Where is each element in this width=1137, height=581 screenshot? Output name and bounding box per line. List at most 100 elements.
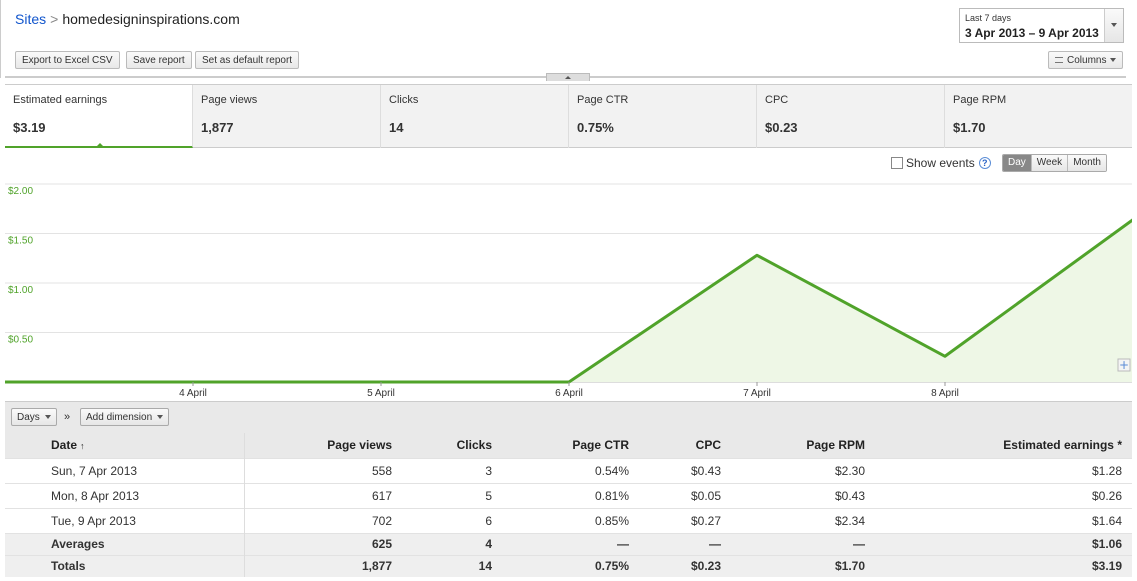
scorecard-label: Page RPM [953, 94, 1007, 106]
granularity-day-button[interactable]: Day [1003, 155, 1032, 171]
granularity-selector: Day Week Month [1002, 154, 1107, 172]
x-tick-label: 7 April [743, 388, 771, 399]
svg-text:+: + [1119, 358, 1129, 372]
y-tick-label: $1.00 [8, 285, 33, 296]
chevron-up-icon [565, 76, 571, 79]
cell-date: Totals [5, 554, 245, 577]
cell-page-rpm: $2.30 [731, 457, 875, 483]
report-header: Sites > homedesigninspirations.com Export … [0, 0, 1137, 78]
column-header-label: Date [51, 438, 78, 453]
cell-date: Averages [5, 532, 245, 555]
cell-cpc: $0.05 [639, 482, 731, 508]
scorecard-label: CPC [765, 94, 789, 106]
cell-date: Mon, 8 Apr 2013 [5, 482, 245, 508]
show-events-label: Show events [906, 156, 975, 170]
breadcrumb: Sites > homedesigninspirations.com [15, 11, 240, 27]
cell-page-rpm: $2.34 [731, 507, 875, 533]
scorecard-row: Estimated earnings $3.19 Page views 1,87… [5, 84, 1132, 148]
collapse-chart-toggle[interactable] [546, 73, 590, 81]
scorecard-label: Estimated earnings [13, 94, 108, 106]
column-header-clicks[interactable]: Clicks [402, 433, 502, 458]
add-dimension-label: Add dimension [86, 411, 153, 423]
days-dimension-button[interactable]: Days [11, 408, 57, 426]
show-events-toggle[interactable]: Show events ? [891, 156, 991, 170]
data-point [756, 254, 758, 256]
cell-estimated-earnings: $1.64 [875, 507, 1132, 533]
cell-clicks: 3 [402, 457, 502, 483]
report-table: Date ↑ Page views Clicks Page CTR CPC Pag… [5, 433, 1132, 577]
date-range-preset: Last 7 days [965, 13, 1012, 23]
scorecard-cpc[interactable]: CPC $0.23 [757, 85, 945, 148]
days-label: Days [17, 411, 40, 423]
y-tick-label: $2.00 [8, 186, 33, 197]
scorecard-value: 14 [389, 120, 404, 135]
x-tick-label: 8 April [931, 388, 959, 399]
breadcrumb-separator: > [50, 11, 59, 27]
cell-page-ctr: 0.54% [502, 457, 639, 483]
x-tick-label: 6 April [555, 388, 583, 399]
save-report-button[interactable]: Save report [126, 51, 192, 69]
scorecard-value: 0.75% [577, 120, 614, 135]
cell-estimated-earnings: $1.28 [875, 457, 1132, 483]
active-indicator-icon [95, 143, 105, 148]
sort-ascending-icon: ↑ [80, 441, 85, 452]
show-events-checkbox[interactable] [891, 157, 903, 169]
cell-clicks: 4 [402, 532, 502, 555]
cell-page-ctr: 0.81% [502, 482, 639, 508]
scorecard-page-rpm[interactable]: Page RPM $1.70 [945, 85, 1132, 148]
column-header-page-rpm[interactable]: Page RPM [731, 433, 875, 458]
table-header-row: Date ↑ Page views Clicks Page CTR CPC Pag… [5, 433, 1132, 458]
cell-clicks: 14 [402, 554, 502, 577]
dimension-bar: Days » Add dimension [5, 401, 1132, 433]
column-header-cpc[interactable]: CPC [639, 433, 731, 458]
earnings-chart: $2.00 $1.50 $1.00 $0.50 4 April 5 April 6 Apri… [5, 183, 1132, 399]
cell-date: Sun, 7 Apr 2013 [5, 457, 245, 483]
columns-icon [1055, 57, 1063, 63]
cell-estimated-earnings: $1.06 [875, 532, 1132, 555]
cell-clicks: 5 [402, 482, 502, 508]
cell-cpc: — [639, 532, 731, 555]
column-header-page-ctr[interactable]: Page CTR [502, 433, 639, 458]
date-range-value: 3 Apr 2013 – 9 Apr 2013 [965, 26, 1099, 40]
table-row: Sun, 7 Apr 2013 558 3 0.54% $0.43 $2.30 $1.28 [5, 457, 1132, 483]
dimension-separator: » [64, 411, 71, 423]
columns-button[interactable]: Columns [1048, 51, 1124, 69]
scorecard-value: 1,877 [201, 120, 234, 135]
cell-page-ctr: — [502, 532, 639, 555]
set-default-report-button[interactable]: Set as default report [195, 51, 300, 69]
cell-page-views: 702 [244, 507, 402, 533]
table-row: Tue, 9 Apr 2013 702 6 0.85% $0.27 $2.34 $1.64 [5, 507, 1132, 533]
scorecard-estimated-earnings[interactable]: Estimated earnings $3.19 [5, 85, 193, 148]
scorecard-clicks[interactable]: Clicks 14 [381, 85, 569, 148]
cell-cpc: $0.23 [639, 554, 731, 577]
granularity-week-button[interactable]: Week [1031, 155, 1069, 171]
scorecard-label: Page CTR [577, 94, 629, 106]
date-range-picker[interactable]: Last 7 days 3 Apr 2013 – 9 Apr 2013 [959, 8, 1124, 43]
cell-estimated-earnings: $3.19 [875, 554, 1132, 577]
export-csv-button[interactable]: Export to Excel CSV [15, 51, 120, 69]
zoom-plus-icon[interactable]: + [1117, 358, 1131, 372]
columns-label: Columns [1067, 54, 1107, 66]
table-row: Mon, 8 Apr 2013 617 5 0.81% $0.05 $0.43 $0.26 [5, 482, 1132, 508]
cell-page-views: 558 [244, 457, 402, 483]
help-icon[interactable]: ? [978, 157, 991, 169]
chevron-down-icon [157, 415, 164, 419]
scorecard-value: $1.70 [953, 120, 986, 135]
column-header-estimated-earnings[interactable]: Estimated earnings * [875, 433, 1132, 458]
granularity-month-button[interactable]: Month [1068, 155, 1106, 171]
cell-page-views: 625 [244, 532, 402, 555]
chevron-down-icon [1111, 23, 1117, 27]
scorecard-page-views[interactable]: Page views 1,877 [193, 85, 381, 148]
column-header-date[interactable]: Date ↑ [5, 433, 245, 458]
breadcrumb-site-name: homedesigninspirations.com [62, 11, 240, 27]
cell-page-rpm: — [731, 532, 875, 555]
cell-cpc: $0.43 [639, 457, 731, 483]
date-range-dropdown-button[interactable] [1104, 9, 1123, 42]
scorecard-page-ctr[interactable]: Page CTR 0.75% [569, 85, 757, 148]
column-header-page-views[interactable]: Page views [244, 433, 402, 458]
scorecard-label: Page views [201, 94, 258, 106]
cell-date: Tue, 9 Apr 2013 [5, 507, 245, 533]
add-dimension-button[interactable]: Add dimension [80, 408, 170, 426]
cell-estimated-earnings: $0.26 [875, 482, 1132, 508]
breadcrumb-sites-link[interactable]: Sites [15, 11, 46, 27]
